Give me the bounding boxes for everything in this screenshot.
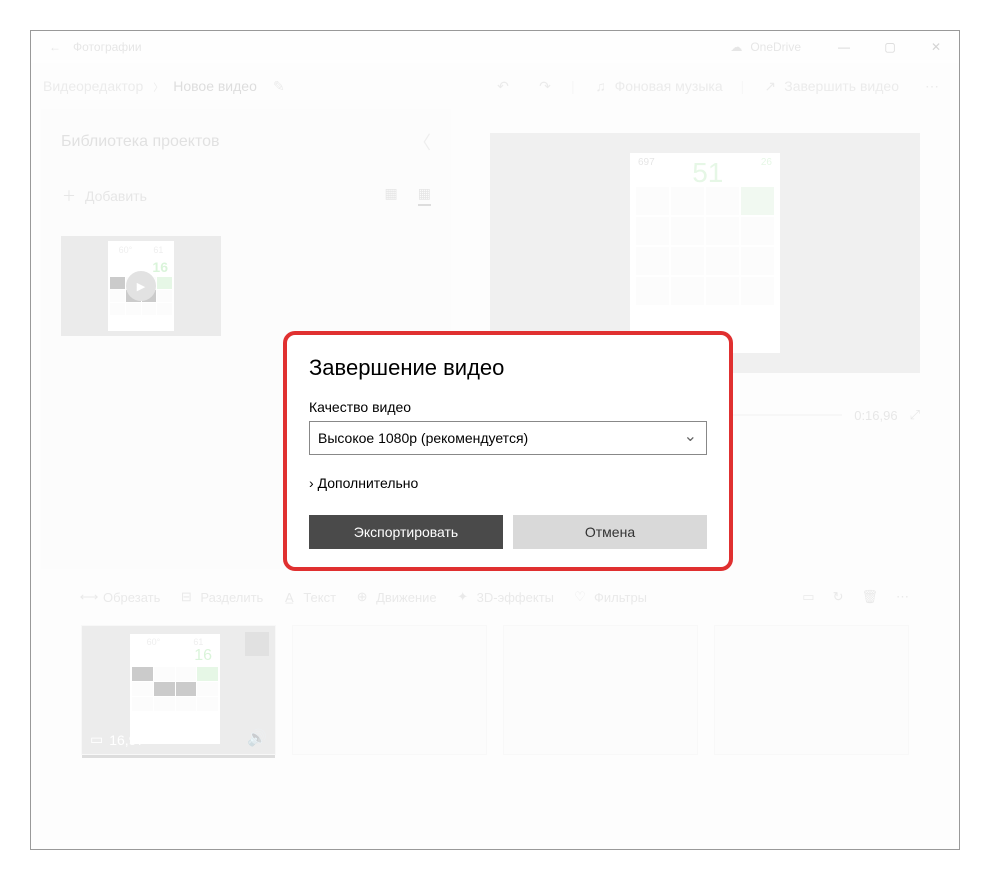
app-window: ← Фотографии ☁ OneDrive — ▢ ✕ Видеоредак… — [30, 30, 960, 850]
finish-video-dialog: Завершение видео Качество видео Высокое … — [283, 331, 733, 571]
quality-select[interactable]: Высокое 1080p (рекомендуется) — [309, 421, 707, 455]
chevron-right-icon: › — [309, 475, 314, 491]
export-button[interactable]: Экспортировать — [309, 515, 503, 549]
cancel-button[interactable]: Отмена — [513, 515, 707, 549]
quality-label: Качество видео — [309, 399, 707, 415]
advanced-toggle[interactable]: › Дополнительно — [309, 475, 707, 491]
dialog-title: Завершение видео — [309, 355, 707, 381]
